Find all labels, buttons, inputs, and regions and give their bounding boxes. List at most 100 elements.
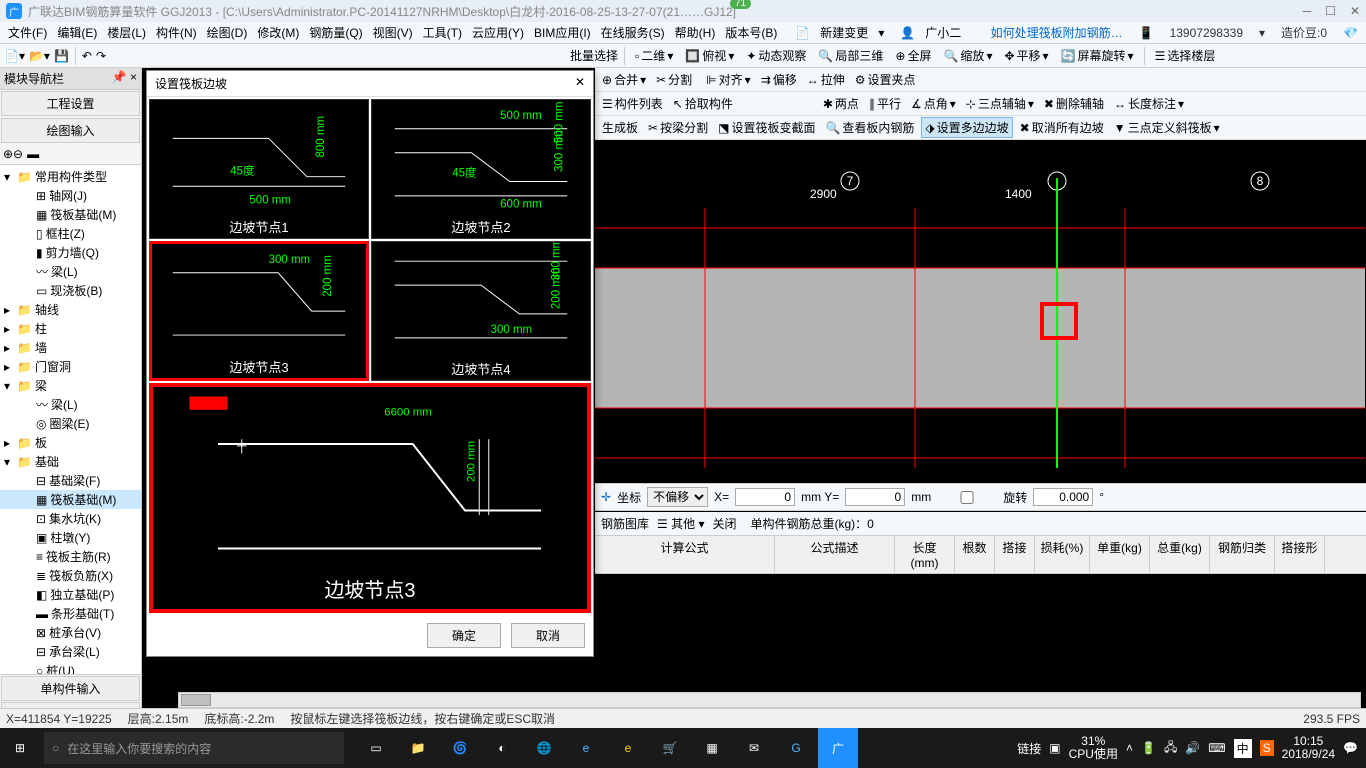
grip-button[interactable]: ⚙ 设置夹点 <box>852 70 919 89</box>
menu-rebar[interactable]: 钢筋量(Q) <box>305 22 366 43</box>
two-point-button[interactable]: ✱ 两点 <box>820 94 862 113</box>
rotate-check[interactable] <box>937 491 997 504</box>
aux3-button[interactable]: ⊹ 三点辅轴 ▾ <box>963 94 1037 113</box>
menu-cloud[interactable]: 云应用(Y) <box>468 22 528 43</box>
app-icon-ie[interactable]: e <box>566 728 606 768</box>
other-button[interactable]: ☰ 其他 ▾ <box>657 515 704 532</box>
close-panel-button[interactable]: 关闭 <box>712 515 736 532</box>
notification-badge[interactable]: 71 <box>730 0 751 9</box>
help-link[interactable]: 如何处理筏板附加钢筋… <box>987 22 1127 43</box>
del-aux-button[interactable]: ✖ 删除辅轴 <box>1041 94 1107 113</box>
undo-icon[interactable]: ↶ <box>82 49 92 63</box>
close-button[interactable]: ✕ <box>1350 4 1360 18</box>
search-box[interactable]: ○ 在这里输入你要搜索的内容 <box>44 732 344 764</box>
dim-button[interactable]: ↔ 长度标注 ▾ <box>1111 94 1187 113</box>
y-input[interactable] <box>845 488 905 506</box>
slope-option-4[interactable]: 300 mm300 mm200 mm 边坡节点4 <box>371 241 591 381</box>
rotate-input[interactable] <box>1033 488 1093 506</box>
menu-version[interactable]: 版本号(B) <box>721 22 781 43</box>
cancel-button[interactable]: 取消 <box>511 623 585 648</box>
multi-slope-button[interactable]: ⬗ 设置多边边坡 <box>921 117 1012 138</box>
app-icon-6[interactable]: ▦ <box>692 728 732 768</box>
menu-file[interactable]: 文件(F) <box>4 22 51 43</box>
component-tree[interactable]: ▾📁 常用构件类型 ⊞ 轴网(J) ▦ 筏板基础(M) ▯ 框柱(Z) ▮ 剪力… <box>0 165 141 674</box>
view-rebar-button[interactable]: 🔍 查看板内钢筋 <box>822 118 917 137</box>
expand-icon[interactable]: ⊕⊖ <box>3 147 23 161</box>
topview-button[interactable]: 🔲 俯视 ▾ <box>681 46 738 65</box>
app-icon-3[interactable]: ◐ <box>482 728 522 768</box>
menu-online[interactable]: 在线服务(S) <box>597 22 669 43</box>
split-beam-button[interactable]: ✂ 按梁分割 <box>645 118 711 137</box>
menu-help[interactable]: 帮助(H) <box>671 22 720 43</box>
menu-modify[interactable]: 修改(M) <box>253 22 303 43</box>
tray-sogou-icon[interactable]: S <box>1260 740 1274 756</box>
screen-rotate-button[interactable]: 🔄 屏幕旋转 ▾ <box>1057 46 1138 65</box>
ok-button[interactable]: 确定 <box>427 623 501 648</box>
stretch-button[interactable]: ↔ 拉伸 <box>804 70 848 89</box>
app-icon-9[interactable]: 广 <box>818 728 858 768</box>
app-icon-7[interactable]: ✉ <box>734 728 774 768</box>
maximize-button[interactable]: ☐ <box>1325 4 1336 18</box>
def-3pt-button[interactable]: ▼ 三点定义斜筏板 ▾ <box>1111 118 1223 137</box>
nav-tab-single[interactable]: 单构件输入 <box>1 676 140 701</box>
save-icon[interactable]: 💾 <box>54 49 69 63</box>
tray-up-icon[interactable]: ˄ <box>1126 741 1133 755</box>
app-icon-8[interactable]: G <box>776 728 816 768</box>
menu-bim[interactable]: BIM应用(I) <box>530 22 595 43</box>
nav-tab-project[interactable]: 工程设置 <box>1 91 140 116</box>
open-icon[interactable]: 📂▾ <box>29 49 50 63</box>
pick-button[interactable]: ↖ 拾取构件 <box>670 94 736 113</box>
angle-button[interactable]: ∡ 点角 ▾ <box>908 94 959 113</box>
fullscreen-button[interactable]: ⊕ 全屏 <box>891 46 935 65</box>
menu-edit[interactable]: 编辑(E) <box>53 22 101 43</box>
app-icon-ie2[interactable]: e <box>608 728 648 768</box>
tray-vol-icon[interactable]: 🔊 <box>1185 741 1200 755</box>
slope-option-1[interactable]: 45度500 mm800 mm 边坡节点1 <box>149 99 369 239</box>
redo-icon[interactable]: ↷ <box>96 49 106 63</box>
app-icon-4[interactable]: 🌐 <box>524 728 564 768</box>
local3d-button[interactable]: 🔍 局部三维 <box>814 46 887 65</box>
slope-option-3[interactable]: 300 mm200 mm 边坡节点3 <box>149 241 369 381</box>
minimize-button[interactable]: ─ <box>1303 4 1312 18</box>
tray-icon-1[interactable]: ▣ <box>1049 741 1060 755</box>
batch-select-button[interactable]: 批量选择 <box>570 47 618 64</box>
taskview-icon[interactable]: ▭ <box>356 728 396 768</box>
section-button[interactable]: ⬔ 设置筏板变截面 <box>715 118 818 137</box>
nav-tab-draw[interactable]: 绘图输入 <box>1 118 140 143</box>
merge-button[interactable]: ⊕ 合并 ▾ <box>599 70 649 89</box>
component-list-button[interactable]: ☰ 构件列表 <box>599 94 666 113</box>
gen-slab-button[interactable]: 生成板 <box>599 118 641 137</box>
nav-pin-icon[interactable]: 📌 × <box>112 70 137 87</box>
offset-button[interactable]: ⇉ 偏移 <box>758 70 800 89</box>
offset-mode-select[interactable]: 不偏移 <box>647 487 708 507</box>
app-icon-5[interactable]: 🛒 <box>650 728 690 768</box>
menu-view[interactable]: 视图(V) <box>369 22 417 43</box>
tray-net-icon[interactable]: 🖧 <box>1164 738 1177 759</box>
menu-floor[interactable]: 楼层(L) <box>103 22 150 43</box>
split-button[interactable]: ✂ 分割 <box>653 70 695 89</box>
zoom-button[interactable]: 🔍 缩放 ▾ <box>939 46 996 65</box>
tree-item-raft[interactable]: ▦ 筏板基础(M) <box>0 490 141 509</box>
menu-component[interactable]: 构件(N) <box>152 22 201 43</box>
rebar-table[interactable]: 计算公式 公式描述 长度(mm) 根数 搭接 损耗(%) 单重(kg) 总重(k… <box>595 536 1366 574</box>
hscrollbar[interactable] <box>178 692 1361 708</box>
menu-tools[interactable]: 工具(T) <box>419 22 466 43</box>
tray-link[interactable]: 链接 <box>1017 740 1041 757</box>
new-change-button[interactable]: 新建变更 <box>816 22 872 43</box>
dialog-close-icon[interactable]: ✕ <box>575 75 585 92</box>
2d-button[interactable]: ▫ 二维 ▾ <box>631 46 677 65</box>
pan-button[interactable]: ✥ 平移 ▾ <box>1000 46 1052 65</box>
user-label[interactable]: 广小二 <box>921 22 965 43</box>
tray-battery-icon[interactable]: 🔋 <box>1141 741 1156 755</box>
rebar-lib-button[interactable]: 钢筋图库 <box>601 515 649 532</box>
new-icon[interactable]: 📄▾ <box>4 49 25 63</box>
list-icon[interactable]: ▬ <box>27 147 39 161</box>
cancel-slope-button[interactable]: ✖ 取消所有边坡 <box>1017 118 1107 137</box>
align-button[interactable]: ⊫ 对齐 ▾ <box>703 70 754 89</box>
tray-ime-label[interactable]: 中 <box>1234 739 1252 758</box>
select-floor-button[interactable]: ☰ 选择楼层 <box>1151 46 1220 65</box>
menu-draw[interactable]: 绘图(D) <box>203 22 252 43</box>
start-button[interactable]: ⊞ <box>0 728 40 768</box>
slope-option-2[interactable]: 45度500 mm600 mm500 mm300 mm 边坡节点2 <box>371 99 591 239</box>
tray-notif-icon[interactable]: 💬 <box>1343 741 1358 755</box>
